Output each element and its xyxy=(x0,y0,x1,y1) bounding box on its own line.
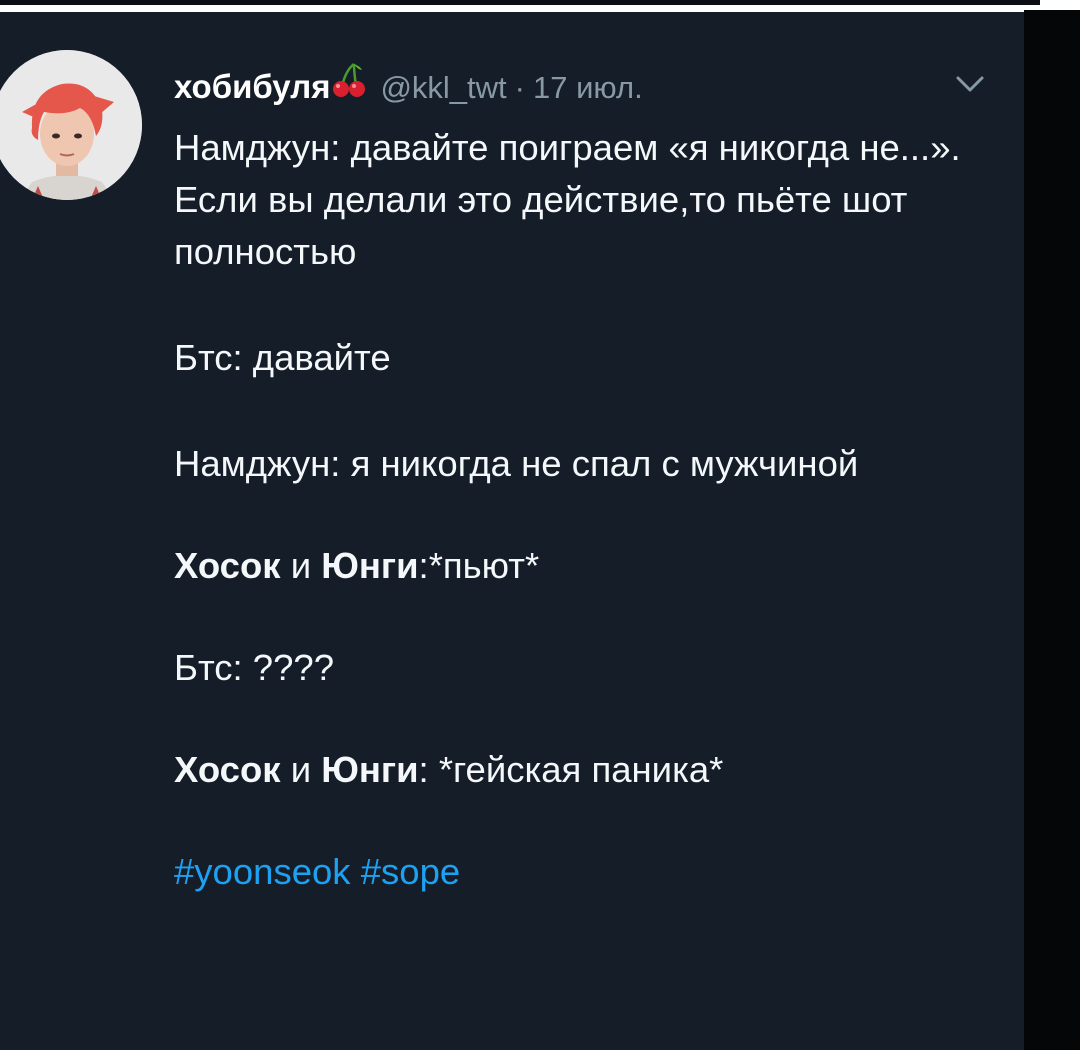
author-avatar[interactable] xyxy=(0,50,142,200)
hashtag-link[interactable]: #sope xyxy=(361,851,460,892)
tweet-paragraph-2: Бтс: давайте xyxy=(174,337,391,378)
name-hoseok: Хосок xyxy=(174,545,281,586)
action-text: :*пьют* xyxy=(418,545,540,586)
tweet-paragraph-3: Намджун: я никогда не спал с мужчиной xyxy=(174,443,859,484)
name-hoseok: Хосок xyxy=(174,749,281,790)
tweet-paragraph-4: Хосок и Юнги:*пьют* xyxy=(174,540,974,592)
tweet-header: хобибуля @kkl_twt · 17 июл. xyxy=(174,62,643,110)
conjunction: и xyxy=(280,545,322,586)
tweet-text: Намджун: давайте поиграем «я никогда не.… xyxy=(174,122,974,898)
name-yoongi: Юнги xyxy=(321,749,419,790)
conjunction: и xyxy=(280,749,322,790)
tweet-timestamp[interactable]: 17 июл. xyxy=(533,70,643,106)
profile-photo-icon xyxy=(0,50,142,200)
tweet-paragraph-6: Хосок и Юнги: *гейская паника* xyxy=(174,744,974,796)
screenshot-frame: хобибуля @kkl_twt · 17 июл. Намджун: дав… xyxy=(0,0,1080,1050)
tweet-paragraph-5: Бтс: ???? xyxy=(174,647,334,688)
tweet-paragraph-1: Намджун: давайте поиграем «я никогда не.… xyxy=(174,127,961,272)
tweet-card[interactable]: хобибуля @kkl_twt · 17 июл. Намджун: дав… xyxy=(0,12,1024,1050)
hashtag-link[interactable]: #yoonseok xyxy=(174,851,351,892)
header-separator: · xyxy=(514,70,525,105)
action-text: : *гейская паника* xyxy=(418,749,724,790)
right-black-bar xyxy=(1024,10,1080,1050)
cherries-icon xyxy=(332,62,366,98)
hashtags-line: #yoonseok #sope xyxy=(174,846,974,898)
chevron-down-icon[interactable] xyxy=(952,72,988,96)
name-yoongi: Юнги xyxy=(321,545,419,586)
top-edge-strip xyxy=(0,0,1040,5)
author-handle[interactable]: @kkl_twt xyxy=(380,70,506,106)
author-display-name[interactable]: хобибуля xyxy=(174,68,330,106)
